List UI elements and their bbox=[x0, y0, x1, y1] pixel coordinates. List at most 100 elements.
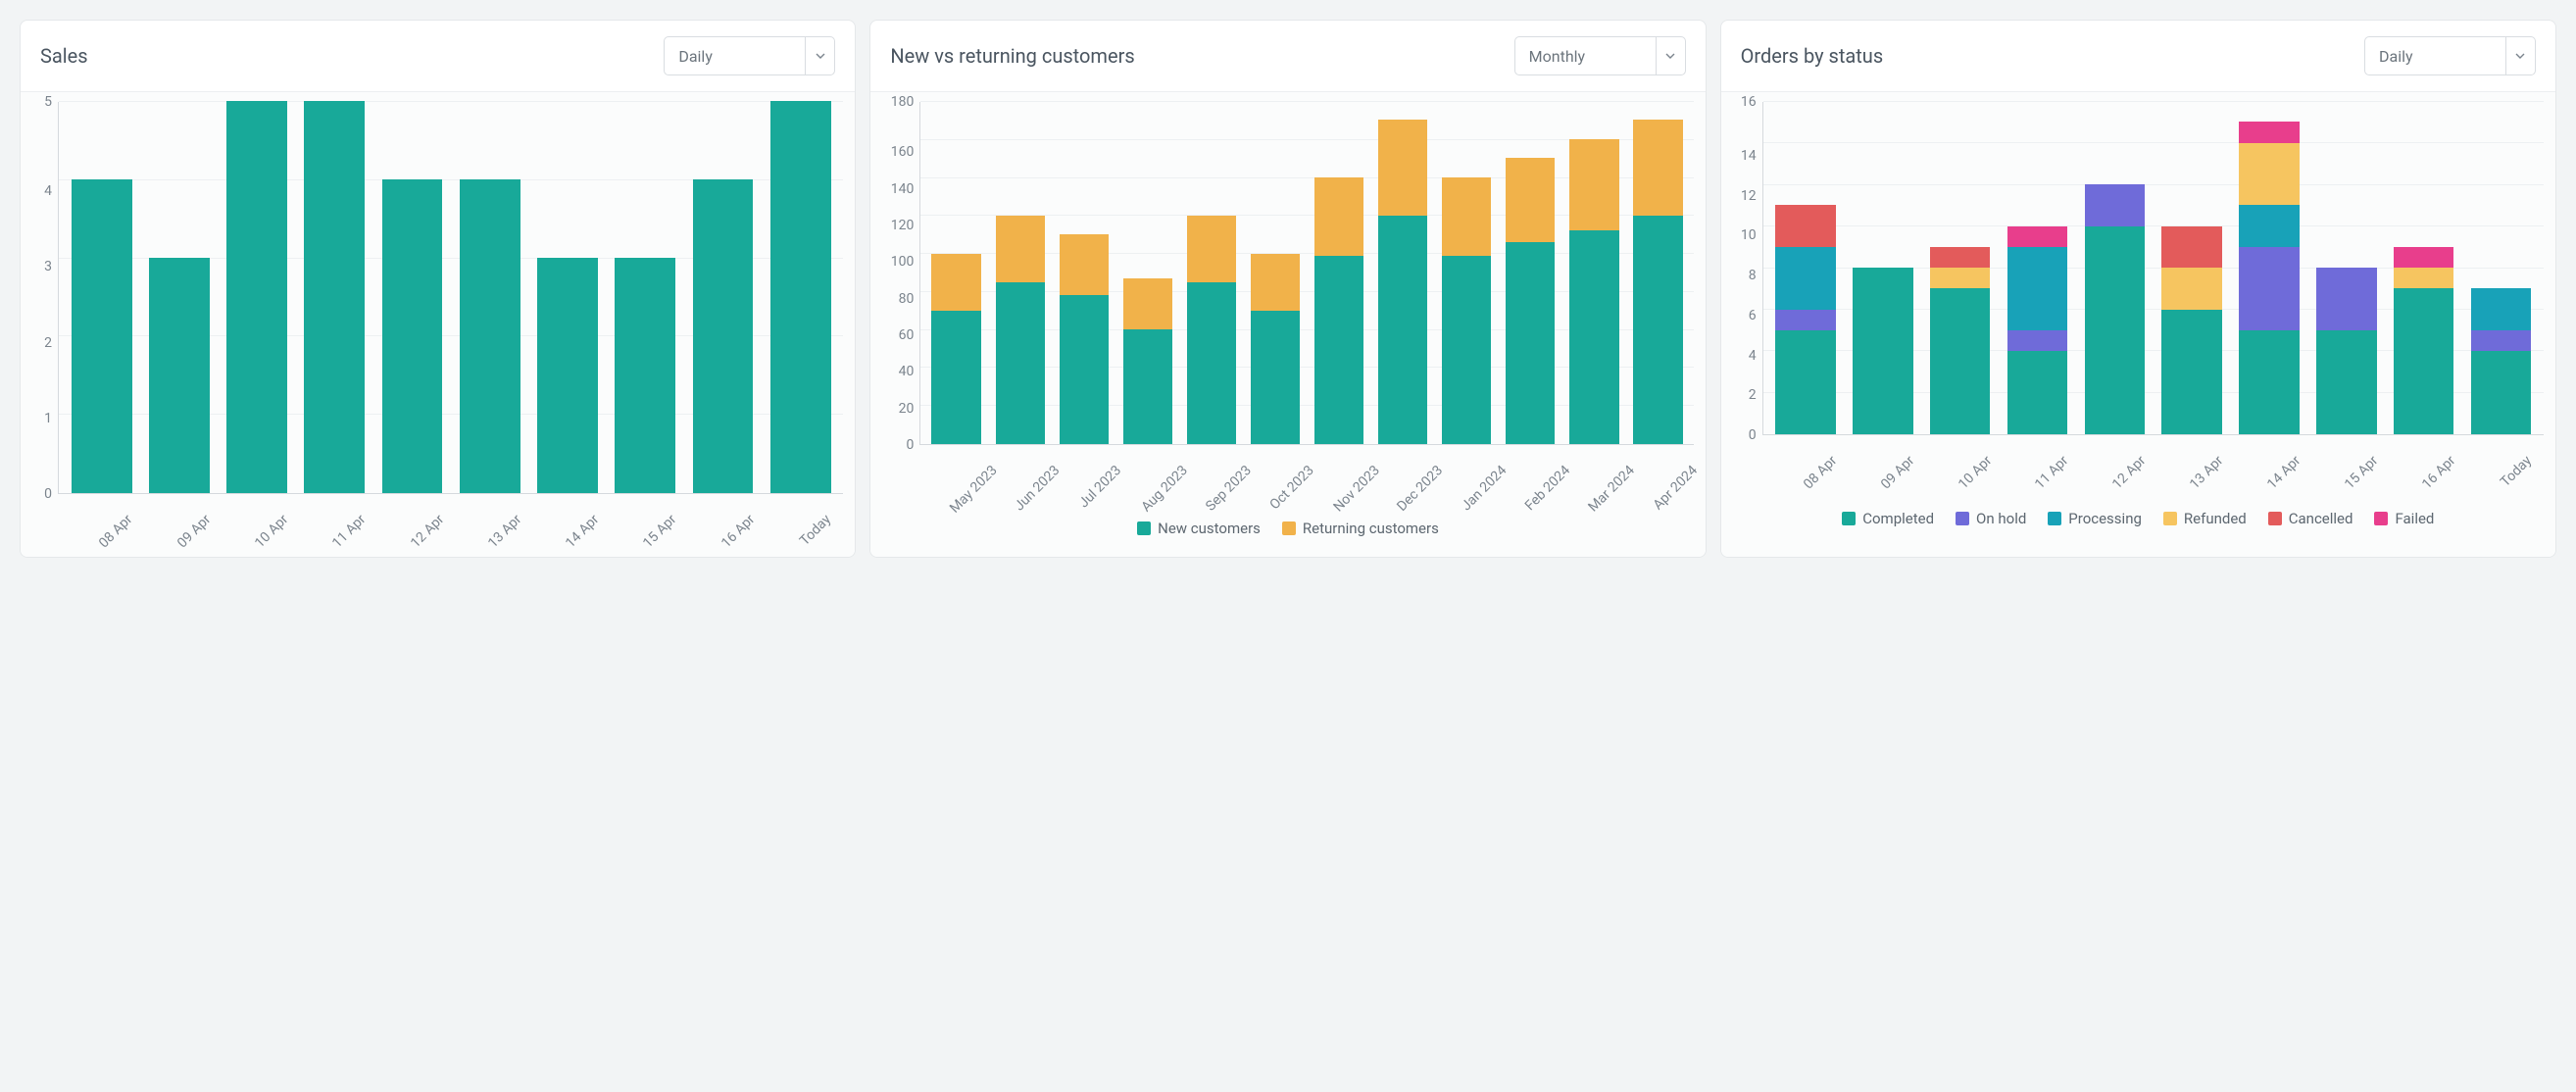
bar[interactable] bbox=[1060, 234, 1110, 444]
bar-segment bbox=[72, 179, 132, 493]
bar[interactable] bbox=[2239, 122, 2299, 434]
legend-failed[interactable]: Failed bbox=[2374, 510, 2434, 527]
bar-segment bbox=[1569, 230, 1619, 444]
legend-cancelled[interactable]: Cancelled bbox=[2268, 510, 2353, 527]
bar[interactable] bbox=[304, 101, 365, 493]
dashboard-row: Sales Daily 54321008 Apr09 Apr10 Apr11 A… bbox=[20, 20, 2556, 558]
x-tick: 09 Apr bbox=[139, 494, 217, 527]
y-tick: 12 bbox=[1741, 189, 1757, 203]
legend-label: Completed bbox=[1862, 510, 1934, 527]
bar[interactable] bbox=[149, 258, 210, 493]
legend-label: New customers bbox=[1158, 520, 1261, 537]
customers-chart: 180160140120100806040200May 2023Jun 2023… bbox=[882, 102, 1693, 478]
bar-segment bbox=[2007, 330, 2067, 351]
bar[interactable] bbox=[537, 258, 598, 493]
bar[interactable] bbox=[1853, 268, 1912, 434]
legend-completed[interactable]: Completed bbox=[1842, 510, 1934, 527]
bar-segment bbox=[2239, 122, 2299, 142]
bar[interactable] bbox=[72, 179, 132, 493]
legend-processing[interactable]: Processing bbox=[2048, 510, 2142, 527]
legend-returning-customers[interactable]: Returning customers bbox=[1282, 520, 1439, 537]
bar[interactable] bbox=[2085, 184, 2145, 434]
y-tick: 160 bbox=[891, 145, 915, 159]
bar-segment bbox=[460, 179, 520, 493]
legend-refunded[interactable]: Refunded bbox=[2163, 510, 2247, 527]
orders-card-body: 161412108642008 Apr09 Apr10 Apr11 Apr12 … bbox=[1721, 92, 2555, 557]
y-tick: 4 bbox=[1749, 349, 1757, 363]
y-tick: 0 bbox=[906, 438, 914, 452]
bar[interactable] bbox=[1775, 205, 1835, 434]
customers-legend: New customers Returning customers bbox=[882, 520, 1693, 537]
bar-segment bbox=[996, 282, 1046, 444]
orders-period-select[interactable]: Daily bbox=[2364, 36, 2536, 75]
bar-segment bbox=[1251, 254, 1301, 311]
swatch-icon bbox=[1842, 512, 1856, 525]
swatch-icon bbox=[2268, 512, 2282, 525]
x-tick: 11 Apr bbox=[295, 494, 372, 527]
bar[interactable] bbox=[2007, 226, 2067, 435]
bar[interactable] bbox=[1187, 216, 1237, 444]
bar-segment bbox=[2161, 226, 2221, 269]
bar[interactable] bbox=[226, 101, 287, 493]
orders-card-header: Orders by status Daily bbox=[1721, 21, 2555, 92]
bar[interactable] bbox=[1506, 158, 1556, 444]
chevron-down-icon bbox=[2505, 37, 2535, 74]
bar[interactable] bbox=[996, 216, 1046, 444]
bar[interactable] bbox=[615, 258, 675, 493]
bar[interactable] bbox=[2316, 268, 2376, 434]
bar[interactable] bbox=[931, 254, 981, 444]
legend-label: Refunded bbox=[2184, 510, 2247, 527]
bar[interactable] bbox=[2161, 226, 2221, 435]
y-tick: 5 bbox=[44, 95, 52, 109]
bar-segment bbox=[1442, 177, 1492, 256]
bar-segment bbox=[2085, 226, 2145, 435]
x-tick: 13 Apr bbox=[2153, 435, 2230, 469]
bar[interactable] bbox=[2471, 288, 2531, 434]
bar-segment bbox=[2394, 288, 2453, 434]
bar-segment bbox=[931, 254, 981, 311]
bar-segment bbox=[1378, 216, 1428, 444]
bar[interactable] bbox=[770, 101, 831, 493]
swatch-icon bbox=[1956, 512, 1969, 525]
bar-segment bbox=[1314, 256, 1364, 445]
customers-title: New vs returning customers bbox=[890, 44, 1134, 68]
bar-segment bbox=[2394, 247, 2453, 268]
bar[interactable] bbox=[1930, 247, 1990, 434]
bar-segment bbox=[1123, 329, 1173, 444]
bar[interactable] bbox=[693, 179, 754, 493]
bar[interactable] bbox=[1569, 139, 1619, 444]
bar[interactable] bbox=[460, 179, 520, 493]
y-tick: 20 bbox=[899, 402, 915, 416]
bar[interactable] bbox=[1123, 278, 1173, 444]
bar-segment bbox=[2471, 330, 2531, 351]
bar-segment bbox=[2007, 247, 2067, 330]
bar[interactable] bbox=[382, 179, 443, 493]
bar[interactable] bbox=[1314, 177, 1364, 444]
orders-title: Orders by status bbox=[1741, 44, 1883, 68]
y-tick: 3 bbox=[44, 260, 52, 273]
sales-card: Sales Daily 54321008 Apr09 Apr10 Apr11 A… bbox=[20, 20, 856, 558]
bar[interactable] bbox=[2394, 247, 2453, 434]
bar[interactable] bbox=[1442, 177, 1492, 444]
x-tick: 12 Apr bbox=[372, 494, 450, 527]
bar[interactable] bbox=[1378, 120, 1428, 444]
y-tick: 2 bbox=[1749, 388, 1757, 402]
bar-segment bbox=[1123, 278, 1173, 330]
x-tick: May 2023 bbox=[923, 445, 987, 478]
x-tick: 08 Apr bbox=[62, 494, 139, 527]
bar-segment bbox=[615, 258, 675, 493]
orders-period-value: Daily bbox=[2365, 37, 2505, 74]
bar-segment bbox=[1060, 295, 1110, 444]
legend-new-customers[interactable]: New customers bbox=[1137, 520, 1261, 537]
legend-onhold[interactable]: On hold bbox=[1956, 510, 2026, 527]
sales-period-value: Daily bbox=[665, 37, 805, 74]
bar[interactable] bbox=[1633, 120, 1683, 444]
y-tick: 16 bbox=[1741, 95, 1757, 109]
sales-period-select[interactable]: Daily bbox=[664, 36, 835, 75]
x-tick: Today bbox=[762, 494, 839, 527]
y-tick: 140 bbox=[891, 182, 915, 196]
customers-period-select[interactable]: Monthly bbox=[1514, 36, 1686, 75]
bar-segment bbox=[2394, 268, 2453, 288]
swatch-icon bbox=[1137, 521, 1151, 535]
bar[interactable] bbox=[1251, 254, 1301, 444]
